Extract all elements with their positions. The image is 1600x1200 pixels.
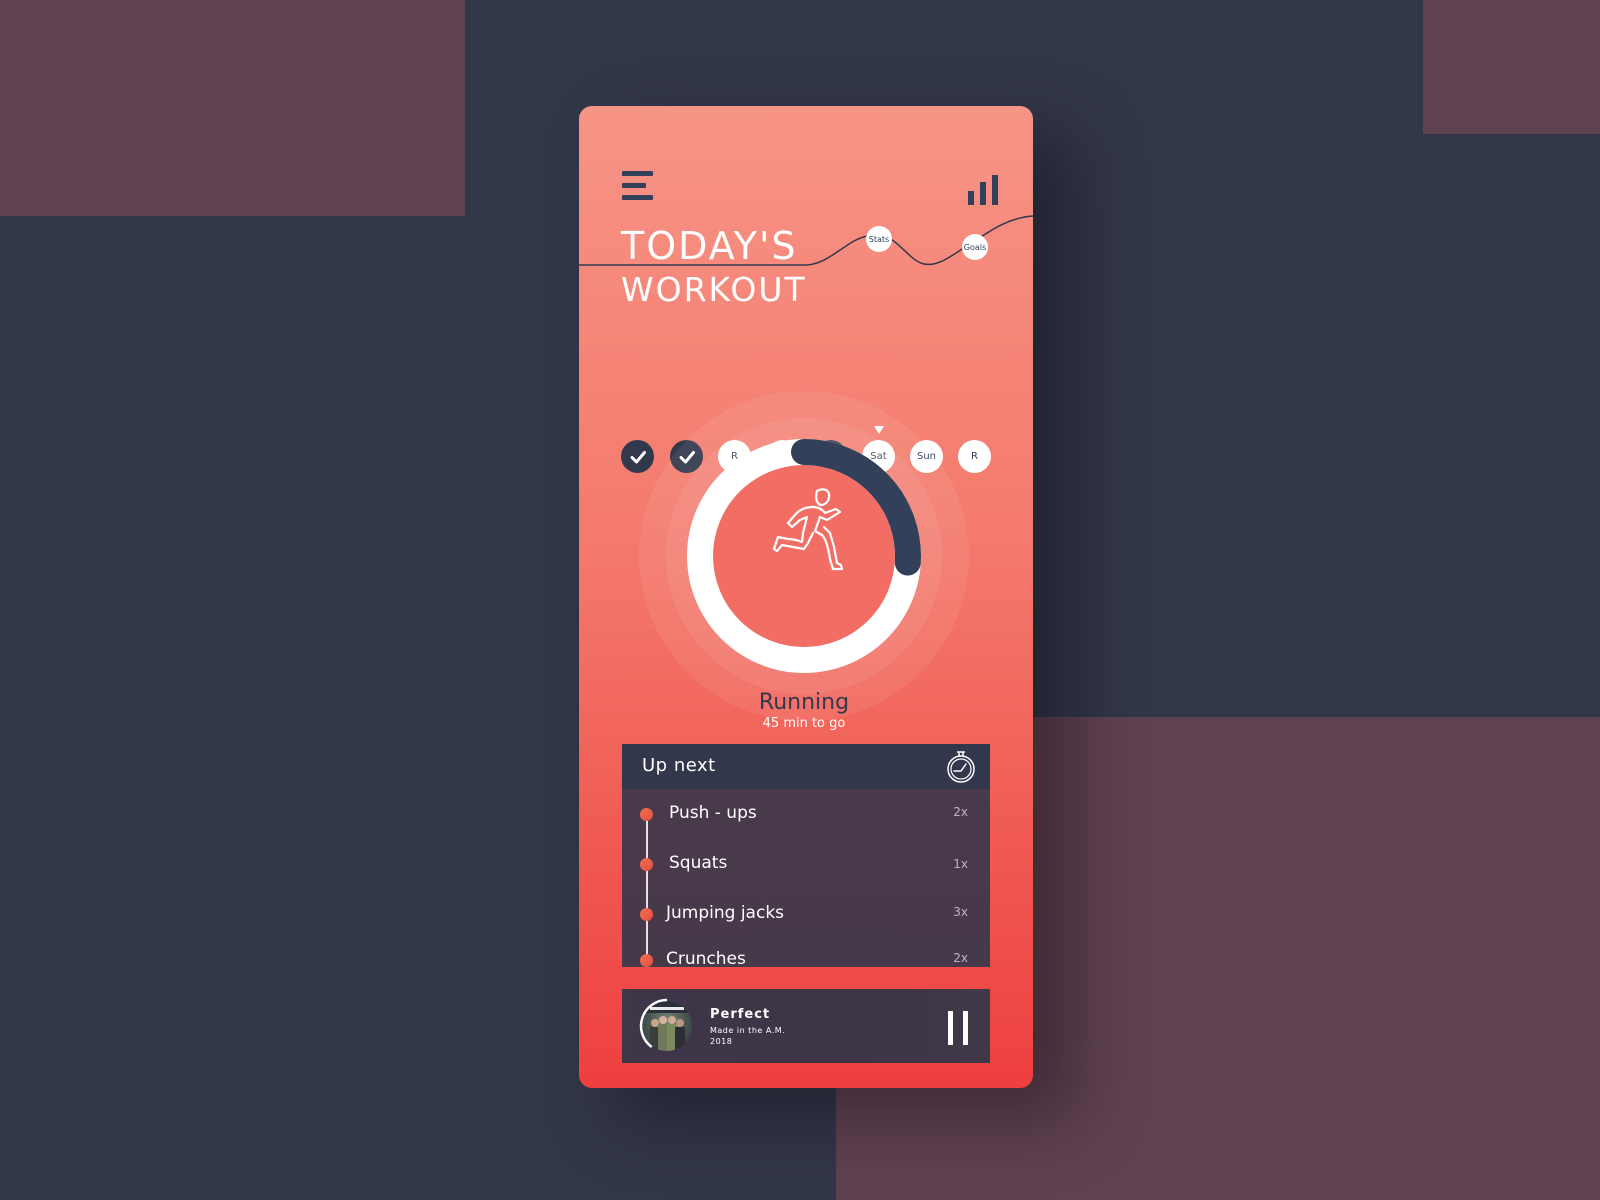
wave-node-goals[interactable]: Goals [962, 234, 988, 260]
task-name: Push - ups [669, 803, 757, 823]
task-name: Crunches [666, 949, 746, 967]
task-name: Jumping jacks [666, 903, 785, 923]
task-item[interactable]: Squats 1x [622, 844, 990, 884]
song-title: Perfect [710, 1007, 771, 1022]
activity-remaining: 45 min to go [762, 716, 846, 731]
progress-ring-svg [687, 439, 921, 673]
background-block-top-left [0, 0, 465, 216]
title-line-1: TODAY'S [621, 224, 798, 268]
up-next-header: Up next [622, 744, 990, 789]
activity-progress-ring: Running 45 min to go [639, 391, 969, 731]
task-item[interactable]: Jumping jacks 3x [622, 894, 990, 934]
task-bullet [640, 858, 653, 871]
background-block-top-right [1423, 0, 1600, 134]
workout-app-card: Stats Goals TODAY'S WORKOUT R Thur Sat S… [579, 106, 1033, 1088]
wave-node-label: Stats [868, 234, 890, 244]
task-bullet [640, 908, 653, 921]
wave-node-label: Goals [963, 242, 987, 252]
task-count: 3x [953, 905, 968, 919]
pause-icon-bar [948, 1011, 953, 1045]
hamburger-menu-icon[interactable] [622, 168, 654, 200]
up-next-panel: Up next Push - ups 2x Squats 1x Jumping … [622, 744, 990, 967]
task-item[interactable]: Crunches 2x [622, 940, 990, 967]
task-bullet [640, 954, 653, 967]
title-line-2: WORKOUT [621, 270, 807, 309]
pause-icon-bar [963, 1011, 968, 1045]
activity-name: Running [758, 690, 850, 715]
song-year: 2018 [710, 1037, 733, 1046]
playback-progress-arc [639, 998, 668, 1049]
task-name: Squats [669, 853, 728, 873]
task-item[interactable]: Push - ups 2x [622, 794, 990, 834]
song-album: Made in the A.M. [710, 1026, 786, 1035]
up-next-title: Up next [642, 755, 716, 776]
task-bullet [640, 808, 653, 821]
pause-button[interactable] [948, 1011, 968, 1045]
page-title: TODAY'S WORKOUT [621, 224, 807, 311]
music-player: Perfect Made in the A.M. 2018 [622, 989, 990, 1063]
task-count: 2x [953, 805, 968, 819]
task-count: 1x [953, 857, 968, 871]
wave-node-stats[interactable]: Stats [866, 226, 892, 252]
stopwatch-icon[interactable] [945, 750, 977, 784]
bar-chart-icon[interactable] [966, 167, 998, 205]
task-count: 2x [953, 951, 968, 965]
day-label: R [971, 451, 978, 462]
